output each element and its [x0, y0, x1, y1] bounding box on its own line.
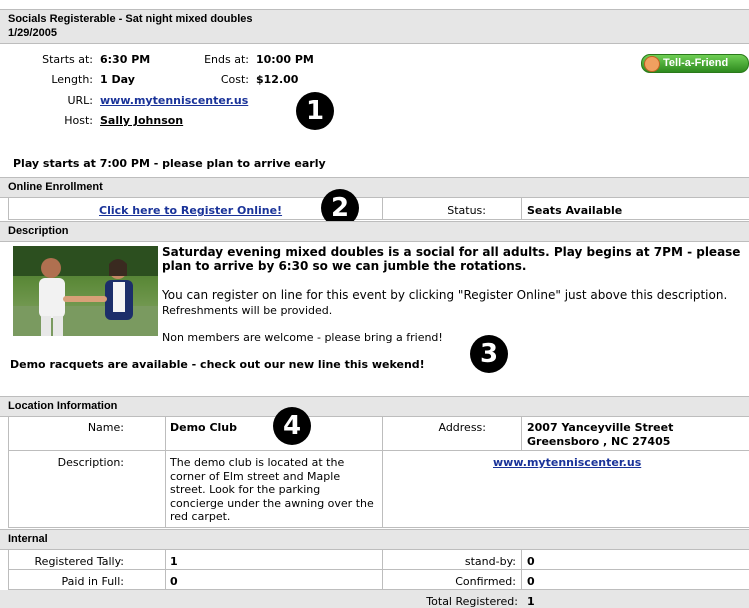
registered-tally-label: Registered Tally: — [34, 555, 124, 568]
location-name-value: Demo Club — [170, 421, 237, 434]
event-title-bar: Socials Registerable - Sat night mixed d… — [0, 9, 749, 44]
event-url-link[interactable]: www.mytenniscenter.us — [100, 94, 248, 107]
cost-label: Cost: — [220, 73, 249, 86]
host-label: Host: — [64, 114, 93, 127]
standby-label: stand-by: — [464, 555, 516, 568]
paid-in-full-label: Paid in Full: — [61, 575, 124, 588]
location-name-label: Name: — [87, 421, 124, 434]
registered-tally-value: 1 — [170, 555, 178, 568]
starts-value: 6:30 PM — [100, 53, 151, 66]
play-note: Play starts at 7:00 PM - please plan to … — [13, 157, 326, 170]
person-icon — [644, 56, 660, 72]
status-value: Seats Available — [527, 204, 623, 217]
location-website-link[interactable]: www.mytenniscenter.us — [493, 456, 641, 469]
total-registered-label: Total Registered: — [426, 595, 518, 608]
marker-3-icon: 3 — [470, 335, 508, 373]
internal-header-label: Internal — [8, 533, 48, 545]
paid-in-full-value: 0 — [170, 575, 178, 588]
length-value: 1 Day — [100, 73, 135, 86]
starts-label: Starts at: — [42, 53, 93, 66]
location-header-label: Location Information — [8, 400, 118, 412]
confirmed-value: 0 — [527, 575, 535, 588]
location-address-label: Address: — [438, 421, 486, 434]
description-demo: Demo racquets are available - check out … — [10, 358, 425, 371]
tell-a-friend-label: Tell-a-Friend — [663, 57, 729, 69]
ends-value: 10:00 PM — [256, 53, 314, 66]
tennis-players-photo — [13, 246, 158, 336]
location-address-line1: 2007 Yanceyville Street — [527, 421, 674, 434]
confirmed-label: Confirmed: — [455, 575, 516, 588]
event-title: Socials Registerable - Sat night mixed d… — [8, 13, 253, 25]
description-refreshments: Refreshments will be provided. — [162, 304, 333, 317]
standby-value: 0 — [527, 555, 535, 568]
location-description-value: The demo club is located at the corner o… — [170, 456, 374, 523]
internal-header: Internal — [0, 529, 749, 550]
description-header: Description — [0, 221, 749, 242]
description-lead: Saturday evening mixed doubles is a soci… — [162, 245, 741, 273]
enrollment-header: Online Enrollment — [0, 177, 749, 198]
description-header-label: Description — [8, 225, 69, 237]
cost-value: $12.00 — [256, 73, 299, 86]
location-header: Location Information — [0, 396, 749, 417]
url-label: URL: — [67, 94, 93, 107]
total-registered-row — [0, 590, 749, 608]
description-members: Non members are welcome - please bring a… — [162, 331, 443, 344]
host-link[interactable]: Sally Johnson — [100, 114, 183, 127]
location-description-label: Description: — [57, 456, 124, 469]
location-address-line2: Greensboro , NC 27405 — [527, 435, 671, 448]
description-register-text: You can register on line for this event … — [162, 288, 728, 302]
total-registered-value: 1 — [527, 595, 535, 608]
ends-label: Ends at: — [204, 53, 249, 66]
enrollment-header-label: Online Enrollment — [8, 181, 103, 193]
event-date: 1/29/2005 — [8, 27, 57, 39]
marker-1-icon: 1 — [296, 92, 334, 130]
marker-4-icon: 4 — [273, 407, 311, 445]
register-online-link[interactable]: Click here to Register Online! — [99, 204, 282, 217]
tell-a-friend-button[interactable]: Tell-a-Friend — [641, 54, 749, 73]
status-label: Status: — [447, 204, 486, 217]
length-label: Length: — [51, 73, 93, 86]
